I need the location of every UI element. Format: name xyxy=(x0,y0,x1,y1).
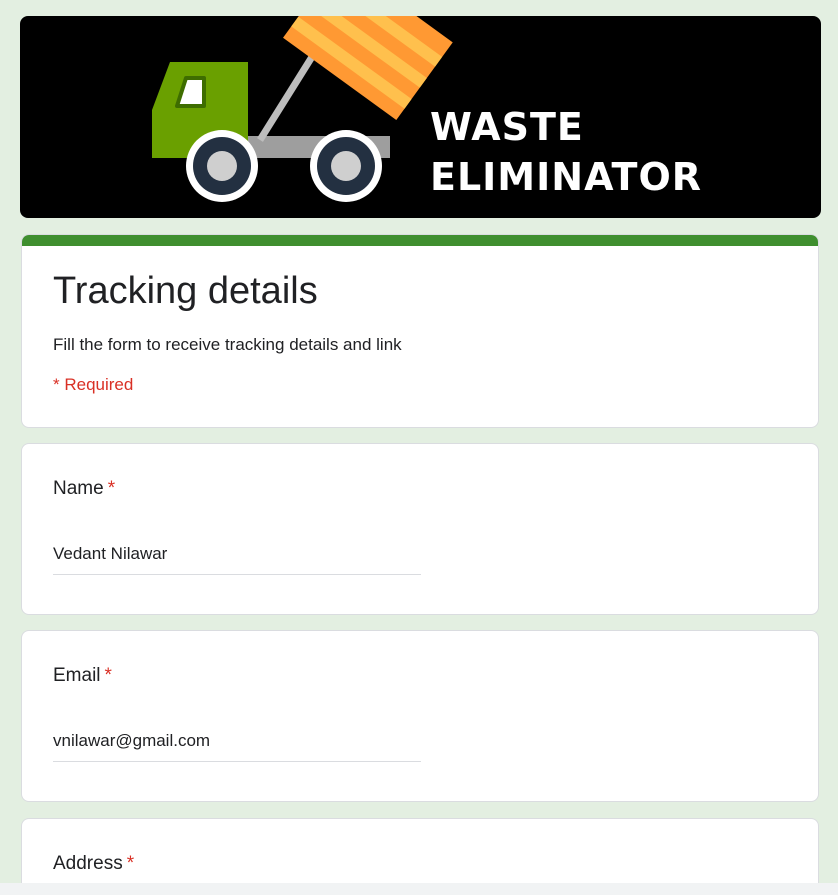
bottom-scroll-edge xyxy=(0,883,838,895)
email-answer xyxy=(53,721,421,762)
required-note: * Required xyxy=(53,375,134,394)
banner-line-1: WASTE xyxy=(430,105,584,149)
name-label-text: Name xyxy=(53,478,104,499)
question-label-address: Address * xyxy=(53,853,134,875)
banner-brand-text: WASTE ELIMINATOR xyxy=(430,102,702,202)
address-label-text: Address xyxy=(53,853,123,874)
question-card-email: Email * xyxy=(21,630,819,802)
card-accent-bar xyxy=(22,235,818,246)
form-description: Fill the form to receive tracking detail… xyxy=(53,335,402,354)
banner-line-2: ELIMINATOR xyxy=(430,155,703,199)
name-answer xyxy=(53,534,421,575)
email-input[interactable] xyxy=(53,721,421,761)
form-title: Tracking details xyxy=(53,270,318,312)
form-page: WASTE ELIMINATOR Tracking details Fill t… xyxy=(0,0,838,895)
question-card-name: Name * xyxy=(21,443,819,615)
required-asterisk: * xyxy=(126,853,135,874)
required-asterisk: * xyxy=(107,478,116,499)
required-asterisk: * xyxy=(104,665,112,686)
question-label-name: Name * xyxy=(53,478,115,500)
header-banner: WASTE ELIMINATOR xyxy=(20,16,821,218)
form-header-card: Tracking details Fill the form to receiv… xyxy=(21,234,819,428)
email-label-text: Email xyxy=(53,665,101,686)
question-label-email: Email * xyxy=(53,665,112,687)
name-input[interactable] xyxy=(53,534,421,574)
